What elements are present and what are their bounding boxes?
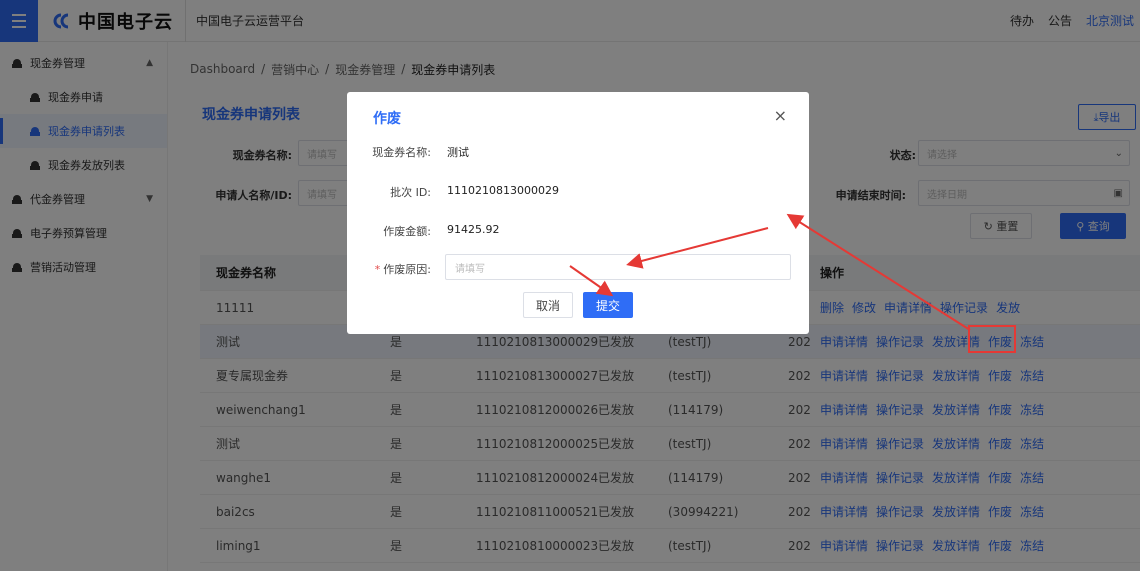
annotation-arrow	[626, 227, 769, 269]
annotation-arrows	[569, 213, 971, 331]
annotation-arrow	[569, 265, 614, 297]
annotation-arrow	[786, 213, 971, 331]
